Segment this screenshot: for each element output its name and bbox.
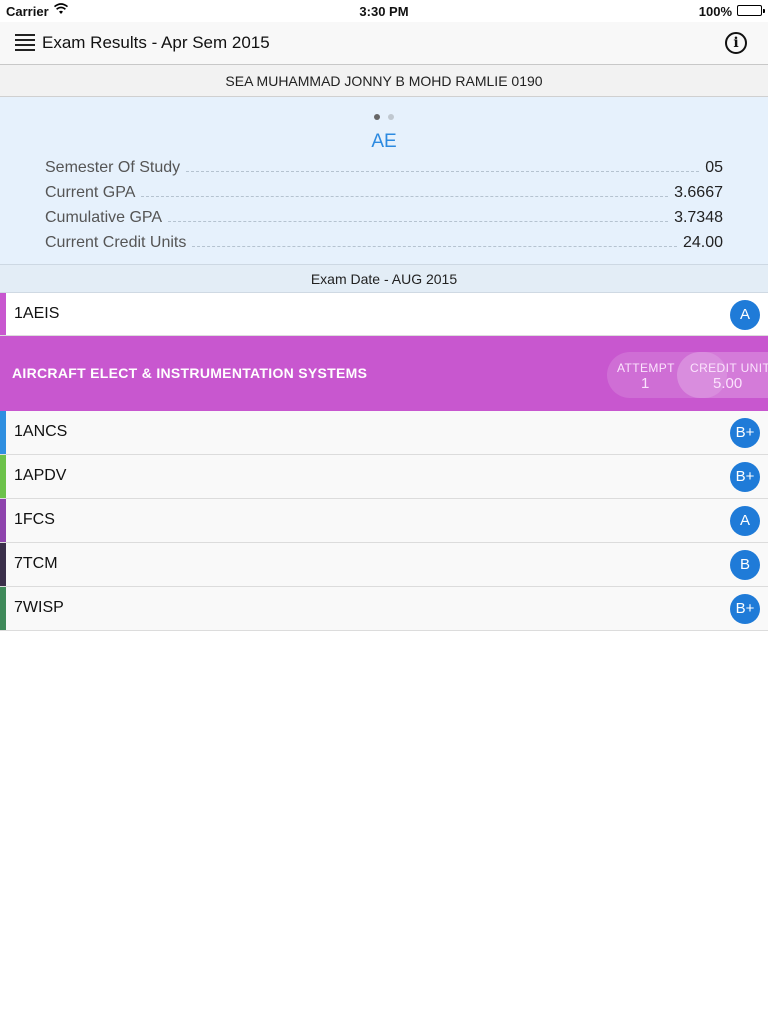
student-name-bar: SEA MUHAMMAD JONNY B MOHD RAMLIE 0190 [0,65,768,97]
summary-row-current-gpa: Current GPA 3.6667 [45,180,723,202]
subject-color-stripe [0,455,6,498]
grade-badge: A [730,506,760,536]
grade-badge: B [730,550,760,580]
battery-percentage: 100% [698,4,732,19]
subject-row-1aeis[interactable]: 1AEIS A [0,293,768,336]
summary-row-semester: Semester Of Study 05 [45,155,723,177]
subject-detail-panel[interactable]: AIRCRAFT ELECT & INSTRUMENTATION SYSTEMS… [0,336,768,411]
gpa-summary-panel[interactable]: AE Semester Of Study 05 Current GPA 3.66… [0,97,768,265]
exam-date-label: Exam Date - AUG 2015 [310,271,458,287]
subject-row-1ancs[interactable]: 1ANCS B+ [0,411,768,455]
clock: 3:30 PM [359,4,409,19]
summary-value: 05 [705,159,723,176]
page-dot-2[interactable] [388,114,394,120]
subject-code: 7TCM [14,555,58,572]
subject-list: 1AEIS A AIRCRAFT ELECT & INSTRUMENTATION… [0,293,768,631]
summary-row-cumulative-gpa: Cumulative GPA 3.7348 [45,205,723,227]
status-bar: Carrier 3:30 PM 100% [0,0,768,22]
summary-label: Semester Of Study [45,159,181,176]
info-icon[interactable]: i [725,32,747,54]
subject-row-1apdv[interactable]: 1APDV B+ [0,455,768,499]
subject-row-1fcs[interactable]: 1FCS A [0,499,768,543]
subject-code: 1FCS [14,511,55,528]
subject-code: 1ANCS [14,423,68,440]
dotted-leader [141,196,669,197]
dotted-leader [186,171,700,172]
summary-value: 24.00 [682,234,723,251]
credit-unit-label: CREDIT UNIT [690,361,768,375]
exam-date-header: Exam Date - AUG 2015 [0,265,768,293]
page-indicator[interactable] [0,107,768,125]
student-name: SEA MUHAMMAD JONNY B MOHD RAMLIE 0190 [225,73,543,89]
dotted-leader [192,246,677,247]
menu-icon[interactable] [15,34,35,51]
subject-color-stripe [0,543,6,586]
nav-bar: Exam Results - Apr Sem 2015 i [0,22,768,65]
credit-unit-value: 5.00 [713,375,743,392]
grade-badge: A [730,300,760,330]
subject-code: 1APDV [14,467,67,484]
subject-color-stripe [0,293,6,335]
summary-row-credit-units: Current Credit Units 24.00 [45,230,723,252]
subject-full-name: AIRCRAFT ELECT & INSTRUMENTATION SYSTEMS [12,365,368,381]
subject-color-stripe [0,411,6,454]
program-code: AE [371,131,397,152]
summary-label: Current GPA [45,184,136,201]
grade-badge: B+ [730,418,760,448]
summary-value: 3.6667 [674,184,723,201]
subject-row-7wisp[interactable]: 7WISP B+ [0,587,768,631]
summary-value: 3.7348 [674,209,723,226]
grade-badge: B+ [730,462,760,492]
subject-row-7tcm[interactable]: 7TCM B [0,543,768,587]
summary-label: Cumulative GPA [45,209,163,226]
attempt-label: ATTEMPT [617,361,675,375]
credit-unit-pill: CREDIT UNIT 5.00 [677,352,768,398]
subject-code: 1AEIS [14,305,60,322]
attempt-value: 1 [641,375,650,392]
subject-color-stripe [0,499,6,542]
subject-color-stripe [0,587,6,630]
dotted-leader [168,221,669,222]
subject-code: 7WISP [14,599,64,616]
page-dot-1[interactable] [374,114,380,120]
page-title: Exam Results - Apr Sem 2015 [42,33,270,52]
battery-icon [737,5,765,16]
grade-badge: B+ [730,594,760,624]
summary-label: Current Credit Units [45,234,187,251]
